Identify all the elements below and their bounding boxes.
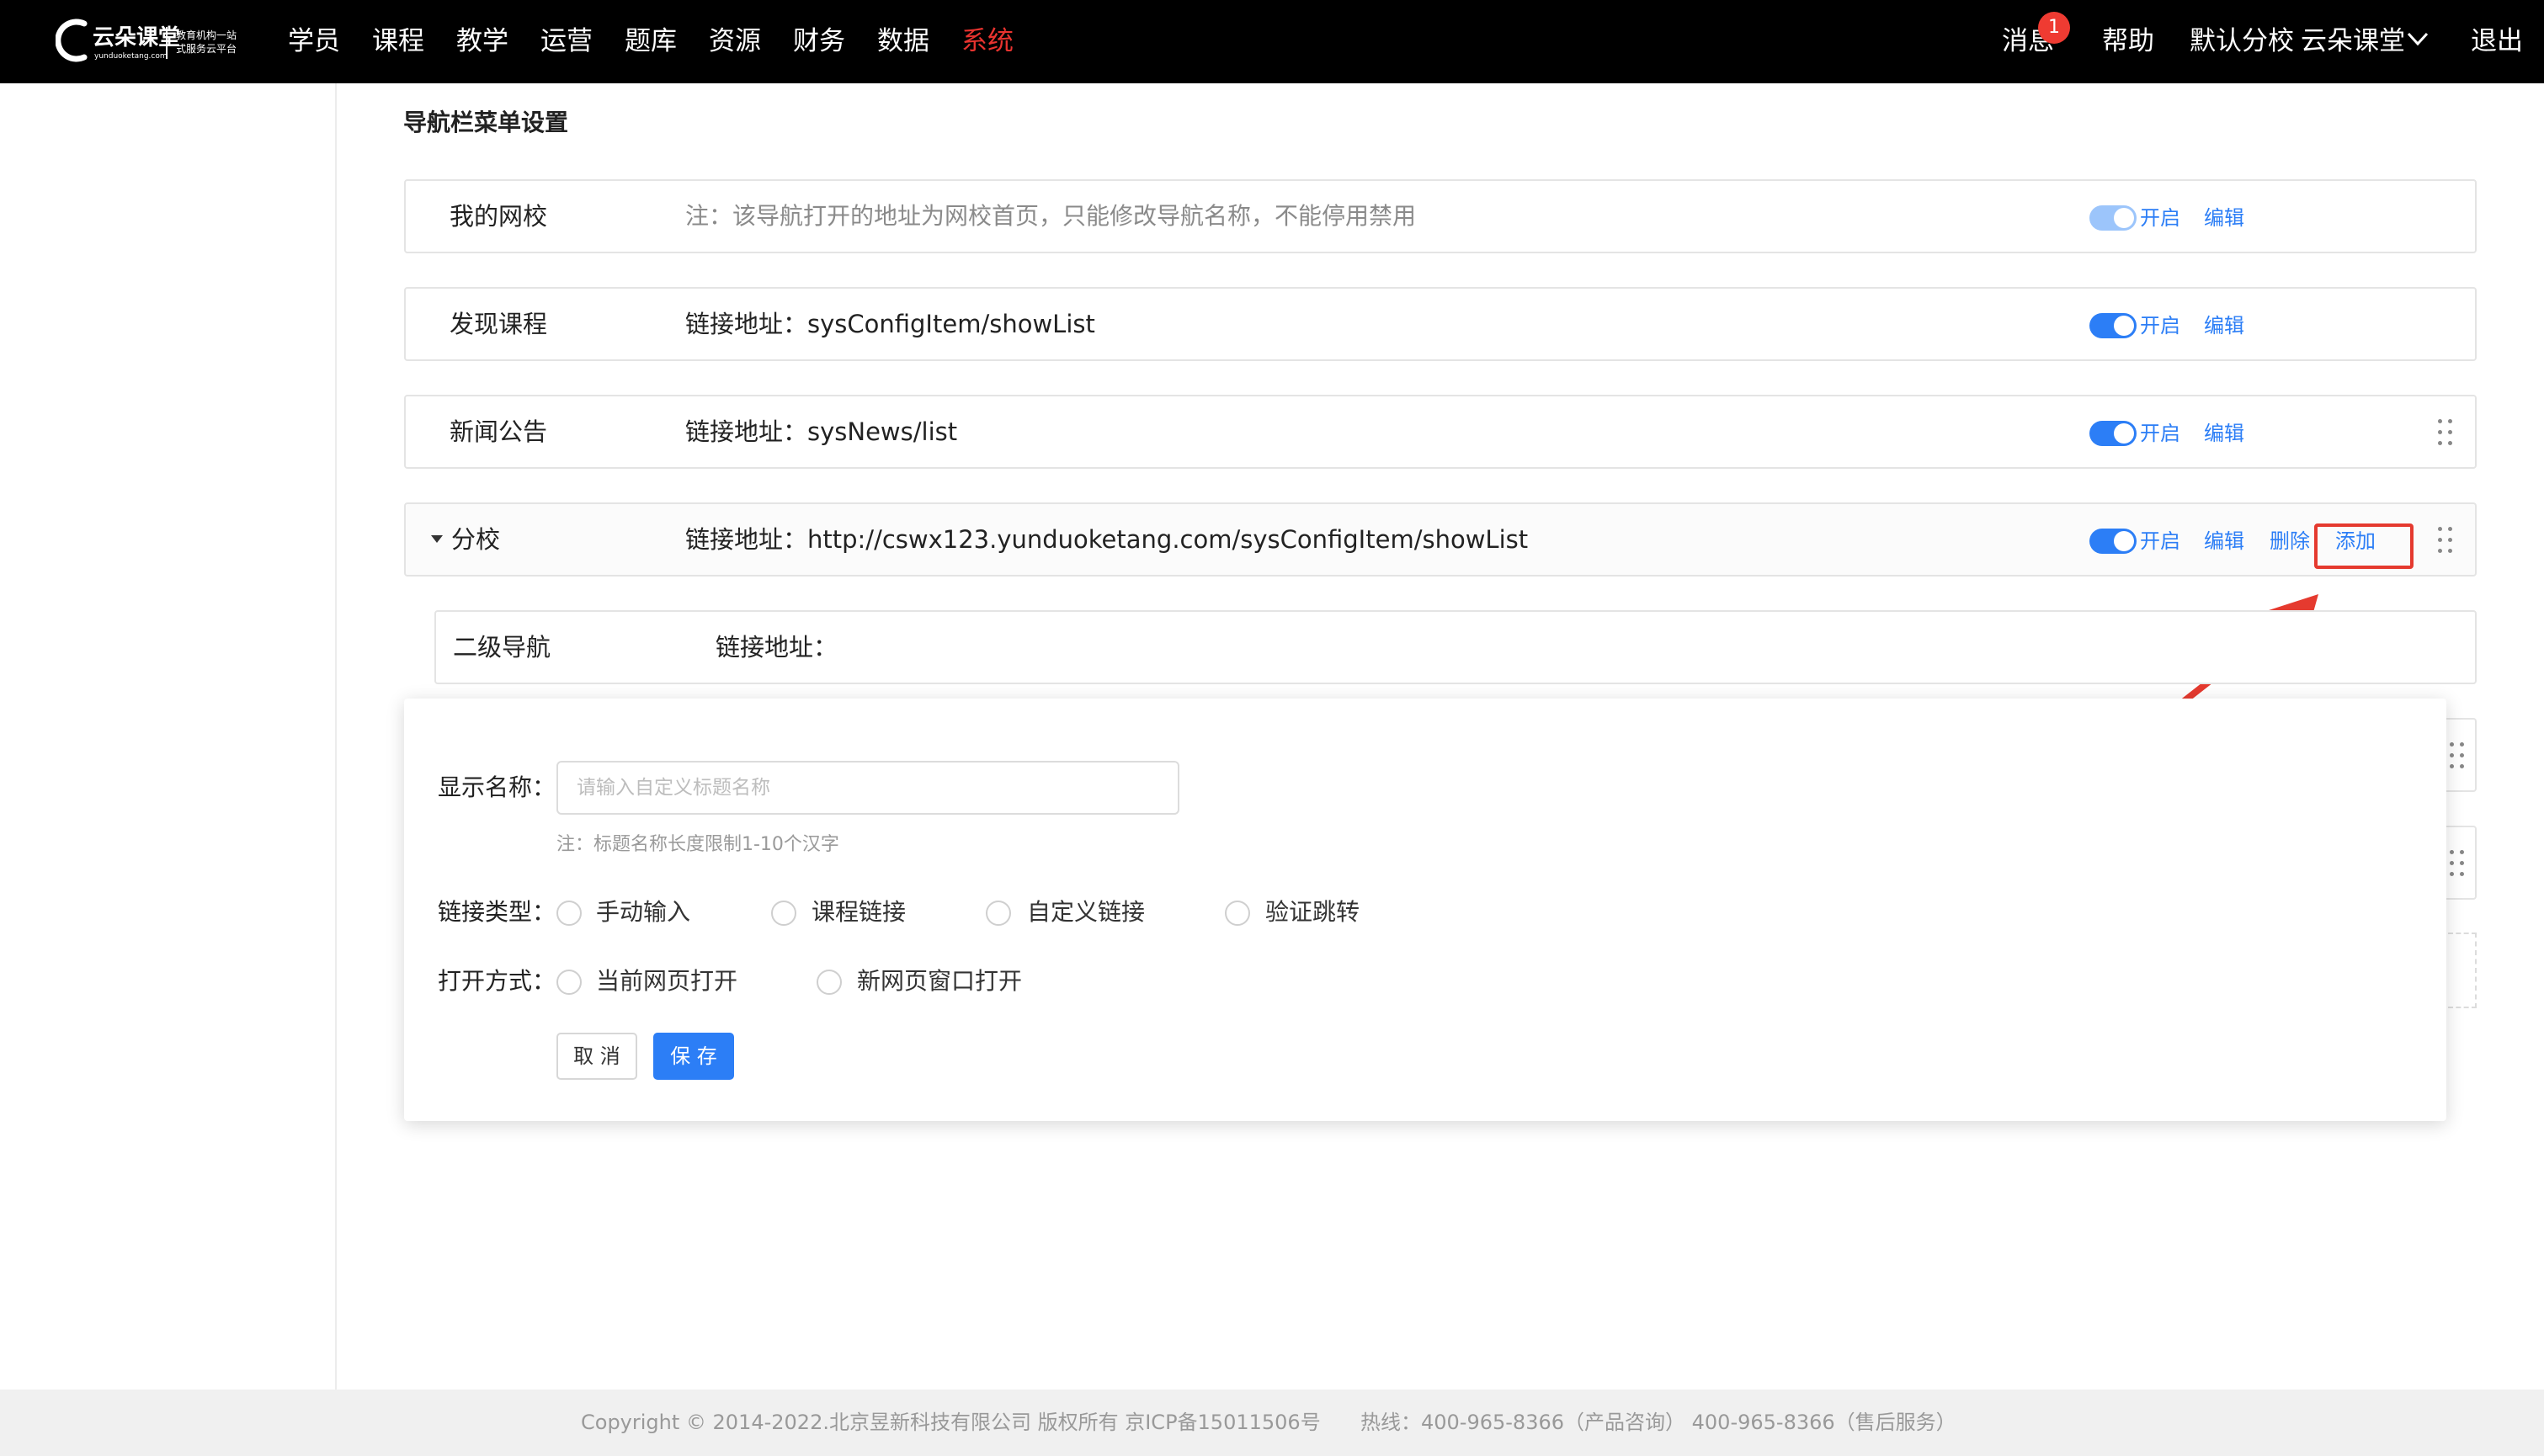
open-mode-label: 打开方式： bbox=[438, 967, 556, 995]
logout-link[interactable]: 退出 bbox=[2471, 24, 2523, 59]
enable-toggle[interactable] bbox=[2089, 529, 2137, 554]
nav-item-operations[interactable]: 运营 bbox=[540, 24, 593, 59]
toggle-label: 开启 bbox=[2140, 314, 2180, 337]
help-link[interactable]: 帮助 bbox=[2102, 24, 2154, 59]
nav-item-data[interactable]: 数据 bbox=[877, 24, 929, 59]
radio-verify-redirect[interactable] bbox=[1225, 901, 1250, 926]
radio-course-link[interactable] bbox=[771, 901, 796, 926]
radio-label: 验证跳转 bbox=[1265, 898, 1360, 926]
nav-item-teaching[interactable]: 教学 bbox=[456, 24, 508, 59]
radio-new-window[interactable] bbox=[817, 970, 842, 995]
row-url: 链接地址：sysNews/list bbox=[685, 417, 958, 446]
row-name: 我的网校 bbox=[450, 202, 548, 231]
nav-item-resources[interactable]: 资源 bbox=[709, 24, 761, 59]
nav-menu-row: 新闻公告 链接地址：sysNews/list 开启 编辑 bbox=[404, 395, 2477, 469]
radio-label: 当前网页打开 bbox=[596, 967, 738, 995]
row-name: 分校 bbox=[451, 525, 501, 554]
row-name: 发现课程 bbox=[450, 310, 548, 338]
display-name-input[interactable]: 请输入自定义标题名称 bbox=[556, 761, 1179, 815]
sub-row-name: 二级导航 bbox=[453, 633, 551, 662]
nav-item-finance[interactable]: 财务 bbox=[793, 24, 845, 59]
row-url: 链接地址：http://cswx123.yunduoketang.com/sys… bbox=[685, 525, 1529, 554]
message-count-badge: 1 bbox=[2038, 12, 2070, 44]
nav-item-question-bank[interactable]: 题库 bbox=[625, 24, 677, 59]
school-switcher[interactable]: 默认分校 bbox=[2190, 24, 2294, 59]
radio-custom-link[interactable] bbox=[986, 901, 1011, 926]
logo-cloud-icon bbox=[56, 19, 88, 62]
page-title: 导航栏菜单设置 bbox=[403, 109, 569, 136]
link-type-label: 链接类型： bbox=[438, 898, 556, 926]
logo-url: yunduoketang.com bbox=[94, 52, 168, 61]
radio-label: 课程链接 bbox=[812, 898, 907, 926]
cancel-button[interactable]: 取 消 bbox=[556, 1033, 637, 1080]
enable-toggle bbox=[2089, 205, 2137, 231]
radio-label: 自定义链接 bbox=[1027, 898, 1146, 926]
delete-link[interactable]: 删除 bbox=[2270, 527, 2310, 555]
logo-slogan-line2: 式服务云平台 bbox=[176, 43, 237, 55]
add-highlight-box bbox=[2314, 523, 2414, 569]
nav-menu-row: 我的网校 注：该导航打开的地址为网校首页，只能修改导航名称，不能停用禁用 开启 … bbox=[404, 179, 2477, 253]
drag-handle-icon[interactable] bbox=[2450, 850, 2467, 879]
display-name-hint: 注：标题名称长度限制1-10个汉字 bbox=[556, 834, 839, 855]
radio-label: 手动输入 bbox=[596, 898, 691, 926]
account-menu[interactable]: 云朵课堂 bbox=[2301, 24, 2405, 59]
nav-item-students[interactable]: 学员 bbox=[288, 24, 340, 59]
radio-manual-input[interactable] bbox=[556, 901, 582, 926]
edit-link[interactable]: 编辑 bbox=[2204, 311, 2244, 340]
radio-label: 新网页窗口打开 bbox=[857, 967, 1023, 995]
footer-copyright: Copyright © 2014-2022.北京昱新科技有限公司 版权所有 京I… bbox=[581, 1411, 1321, 1434]
nav-item-system[interactable]: 系统 bbox=[961, 24, 1014, 59]
save-button[interactable]: 保 存 bbox=[653, 1033, 734, 1080]
sidebar-divider bbox=[335, 83, 337, 1390]
drag-handle-icon[interactable] bbox=[2450, 742, 2467, 771]
logo-slogan-line1: 教育机构一站 bbox=[176, 29, 237, 41]
edit-link[interactable]: 编辑 bbox=[2204, 527, 2244, 555]
chevron-down-icon[interactable] bbox=[2406, 27, 2430, 50]
nav-menu-row: 发现课程 链接地址：sysConfigItem/showList 开启 编辑 bbox=[404, 287, 2477, 361]
row-note: 注：该导航打开的地址为网校首页，只能修改导航名称，不能停用禁用 bbox=[685, 202, 1417, 230]
expand-caret-icon[interactable] bbox=[431, 535, 443, 543]
row-name: 新闻公告 bbox=[450, 417, 548, 446]
nav-item-courses[interactable]: 课程 bbox=[372, 24, 424, 59]
toggle-label: 开启 bbox=[2140, 422, 2180, 445]
add-sub-nav-popup: 显示名称： 请输入自定义标题名称 注：标题名称长度限制1-10个汉字 链接类型：… bbox=[404, 699, 2446, 1121]
drag-handle-icon[interactable] bbox=[2438, 527, 2455, 555]
sub-row-url: 链接地址： bbox=[716, 633, 838, 662]
sub-nav-row: 二级导航 链接地址： bbox=[434, 610, 2477, 684]
logo-slogan: 教育机构一站 式服务云平台 bbox=[176, 29, 237, 56]
edit-link[interactable]: 编辑 bbox=[2204, 204, 2244, 232]
footer-hotline: 热线：400-965-8366（产品咨询） 400-965-8366（售后服务） bbox=[1360, 1411, 1956, 1434]
radio-current-page[interactable] bbox=[556, 970, 582, 995]
enable-toggle[interactable] bbox=[2089, 421, 2137, 446]
top-navigation-bar: 云朵课堂 yunduoketang.com 教育机构一站 式服务云平台 学员 课… bbox=[0, 0, 2544, 83]
toggle-label: 开启 bbox=[2140, 529, 2180, 553]
edit-link[interactable]: 编辑 bbox=[2204, 419, 2244, 448]
drag-handle-icon[interactable] bbox=[2438, 419, 2455, 448]
footer: Copyright © 2014-2022.北京昱新科技有限公司 版权所有 京I… bbox=[0, 1390, 2544, 1456]
logo-divider bbox=[166, 27, 168, 59]
display-name-label: 显示名称： bbox=[438, 773, 556, 801]
row-url: 链接地址：sysConfigItem/showList bbox=[685, 310, 1095, 338]
nav-menu-row: 分校 链接地址：http://cswx123.yunduoketang.com/… bbox=[404, 502, 2477, 577]
toggle-label: 开启 bbox=[2140, 206, 2180, 230]
enable-toggle[interactable] bbox=[2089, 313, 2137, 338]
